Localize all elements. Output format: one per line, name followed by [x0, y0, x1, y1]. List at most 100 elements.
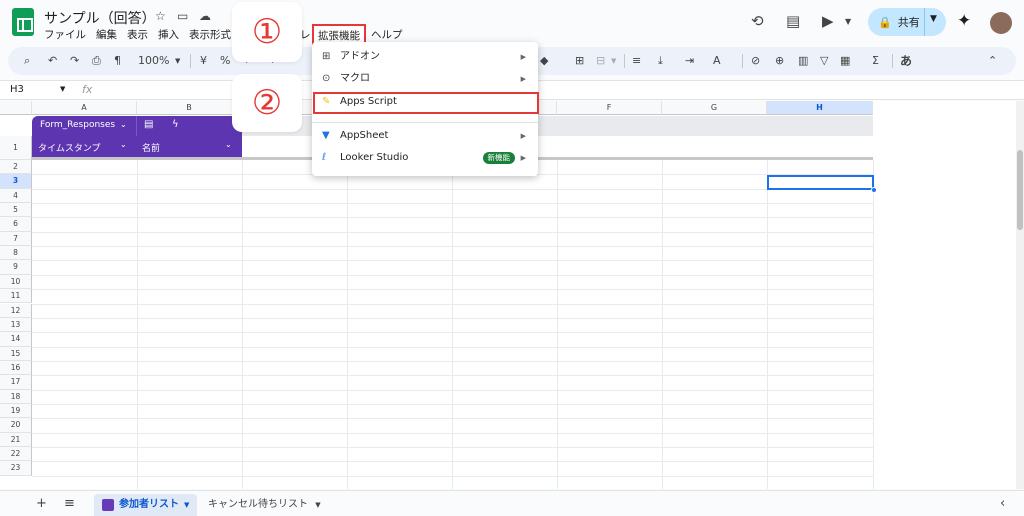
merge-cells-icon[interactable]: ⊟ [596, 54, 605, 67]
spreadsheet-app: サンプル（回答） ☆ ▭ ☁ ファイル 編集 表示 挿入 表示形式 レ 拡張機能… [0, 0, 1024, 516]
row-header[interactable]: 5 [0, 203, 32, 218]
avatar[interactable] [990, 12, 1012, 34]
row-header[interactable]: 15 [0, 346, 32, 361]
zoom-caret-icon[interactable]: ▼ [175, 57, 180, 65]
fill-color-icon[interactable]: ◆ [540, 54, 548, 67]
sheet-tab-participants[interactable]: 参加者リスト ▼ [94, 494, 198, 516]
row-header[interactable]: 11 [0, 289, 32, 304]
menu-item-appsheet[interactable]: ▼ AppSheet ▶ [312, 125, 538, 147]
zoom-select[interactable]: 100% [138, 54, 169, 67]
menu-insert[interactable]: 挿入 [158, 27, 179, 41]
tab-caret-icon[interactable]: ▼ [184, 494, 189, 516]
menu-help[interactable]: ヘルプ [371, 27, 403, 42]
filter-views-icon[interactable]: ▦ [840, 54, 850, 67]
insert-comment-icon[interactable]: ⊕ [775, 54, 784, 67]
row-header[interactable]: 6 [0, 217, 32, 232]
undo-icon[interactable]: ↶ [48, 54, 57, 67]
history-icon[interactable]: ⟲ [751, 12, 764, 30]
row-header[interactable]: 2 [0, 160, 32, 175]
row-header[interactable]: 23 [0, 461, 32, 476]
column-header-h[interactable]: H [767, 101, 873, 115]
table-col-name[interactable]: 名前 [142, 141, 160, 154]
insert-link-icon[interactable]: ⊘ [751, 54, 760, 67]
row-header[interactable]: 18 [0, 389, 32, 404]
name-box-caret-icon[interactable]: ▼ [60, 85, 65, 93]
menu-format[interactable]: 表示形式 [189, 27, 231, 41]
scroll-tabs-left-icon[interactable]: ‹ [1000, 496, 1005, 511]
input-tools-button[interactable]: あ [900, 52, 912, 69]
text-rotation-icon[interactable]: A [713, 54, 721, 67]
col-name-caret-icon[interactable]: ⌄ [225, 140, 232, 149]
table-name[interactable]: Form_Responses [40, 120, 115, 130]
currency-format-button[interactable]: ¥ [200, 54, 207, 67]
horizontal-align-icon[interactable]: ≡ [632, 54, 641, 67]
sheet-tabs-bar: + ≡ 参加者リスト ▼ キャンセル待ちリスト ▼ ‹ [0, 490, 1024, 516]
row-header[interactable]: 13 [0, 317, 32, 333]
menu-item-addons[interactable]: ⊞ アドオン ▶ [312, 46, 538, 68]
row-header[interactable]: 8 [0, 246, 32, 261]
gemini-icon[interactable]: ✦ [957, 11, 971, 31]
table-name-caret-icon[interactable]: ⌄ [120, 120, 127, 129]
menu-view[interactable]: 表示 [127, 27, 148, 41]
select-all-corner[interactable] [0, 101, 32, 115]
collapse-menu-icon[interactable]: ⌃ [988, 54, 997, 67]
add-sheet-icon[interactable]: + [36, 496, 47, 511]
vertical-scroll-thumb[interactable] [1017, 150, 1023, 230]
row-header[interactable]: 14 [0, 332, 32, 347]
table-col-timestamp[interactable]: タイムスタンプ [38, 141, 101, 154]
row-header[interactable]: 1 [0, 136, 32, 160]
column-header-g[interactable]: G [662, 101, 767, 115]
text-wrap-icon[interactable]: ⇥ [685, 54, 694, 67]
column-header-b[interactable]: B [137, 101, 242, 115]
meet-caret-icon[interactable]: ▼ [845, 17, 851, 26]
sheet-tab-waitlist[interactable]: キャンセル待ちリスト ▼ [200, 494, 329, 516]
menu-edit[interactable]: 編集 [96, 27, 117, 41]
meet-icon[interactable]: ▶ [822, 12, 834, 30]
selected-cell-h3[interactable] [767, 175, 874, 190]
row-header[interactable]: 10 [0, 274, 32, 290]
col-timestamp-caret-icon[interactable]: ⌄ [120, 140, 127, 149]
table-automation-icon[interactable]: ϟ [172, 119, 179, 130]
fill-handle[interactable] [871, 187, 877, 193]
row-header[interactable]: 21 [0, 432, 32, 447]
row-header[interactable]: 20 [0, 418, 32, 433]
menu-file[interactable]: ファイル [44, 27, 86, 41]
name-box[interactable]: H3 [10, 84, 24, 95]
insert-chart-icon[interactable]: ▥ [798, 54, 808, 67]
vertical-align-icon[interactable]: ⤓ [658, 54, 663, 68]
document-title[interactable]: サンプル（回答） [44, 8, 156, 28]
menu-item-macros[interactable]: ⊙ マクロ ▶ [312, 68, 538, 90]
tab-caret-icon[interactable]: ▼ [315, 501, 320, 509]
search-icon[interactable]: ⌕ [24, 54, 30, 68]
row-header[interactable]: 17 [0, 375, 32, 390]
column-header-f[interactable]: F [557, 101, 662, 115]
table-form-icon[interactable]: ▤ [144, 119, 153, 130]
move-folder-icon[interactable]: ▭ [177, 9, 188, 23]
row-header[interactable]: 12 [0, 303, 32, 318]
column-header-a[interactable]: A [32, 101, 137, 115]
callout-step-2: ② [232, 74, 302, 132]
share-caret-icon[interactable]: ▼ [930, 14, 937, 24]
all-sheets-icon[interactable]: ≡ [64, 496, 75, 511]
row-header[interactable]: 9 [0, 260, 32, 275]
row-header[interactable]: 3 [0, 174, 32, 189]
sheets-logo-icon[interactable] [12, 8, 34, 36]
row-header[interactable]: 16 [0, 360, 32, 376]
row-header[interactable]: 7 [0, 231, 32, 247]
comment-icon[interactable]: ▤ [786, 12, 800, 30]
grid-column-line [767, 160, 768, 489]
paint-format-icon[interactable]: ¶ [114, 54, 121, 67]
row-header[interactable]: 4 [0, 188, 32, 204]
star-icon[interactable]: ☆ [155, 9, 166, 23]
redo-icon[interactable]: ↷ [70, 54, 79, 67]
menu-item-looker-studio[interactable]: ℓ Looker Studio 新機能 ▶ [312, 147, 538, 169]
row-header[interactable]: 19 [0, 403, 32, 419]
filter-icon[interactable]: ▽ [820, 54, 828, 67]
functions-icon[interactable]: Σ [872, 54, 879, 67]
row-header[interactable]: 22 [0, 447, 32, 462]
print-icon[interactable]: ⎙ [92, 54, 101, 68]
percent-format-button[interactable]: % [220, 54, 230, 67]
cloud-status-icon[interactable]: ☁ [199, 9, 211, 23]
merge-caret-icon[interactable]: ▼ [611, 57, 616, 65]
borders-icon[interactable]: ⊞ [575, 54, 584, 67]
